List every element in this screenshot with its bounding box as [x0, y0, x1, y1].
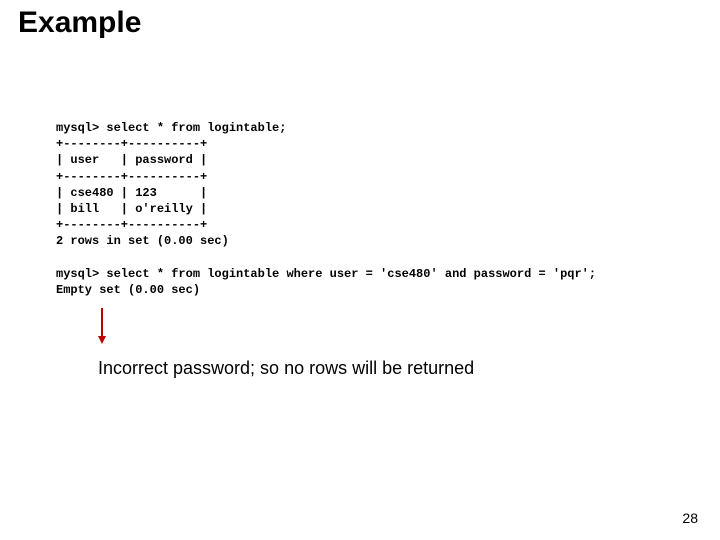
code-block: mysql> select * from logintable; +------…: [56, 120, 596, 298]
page-number: 28: [682, 510, 698, 526]
arrow-line: [101, 308, 103, 336]
slide: Example mysql> select * from logintable;…: [0, 0, 720, 540]
caption-text: Incorrect password; so no rows will be r…: [98, 358, 474, 379]
arrow-head: [98, 336, 106, 344]
slide-title: Example: [18, 6, 141, 40]
arrow-icon: [98, 308, 106, 344]
